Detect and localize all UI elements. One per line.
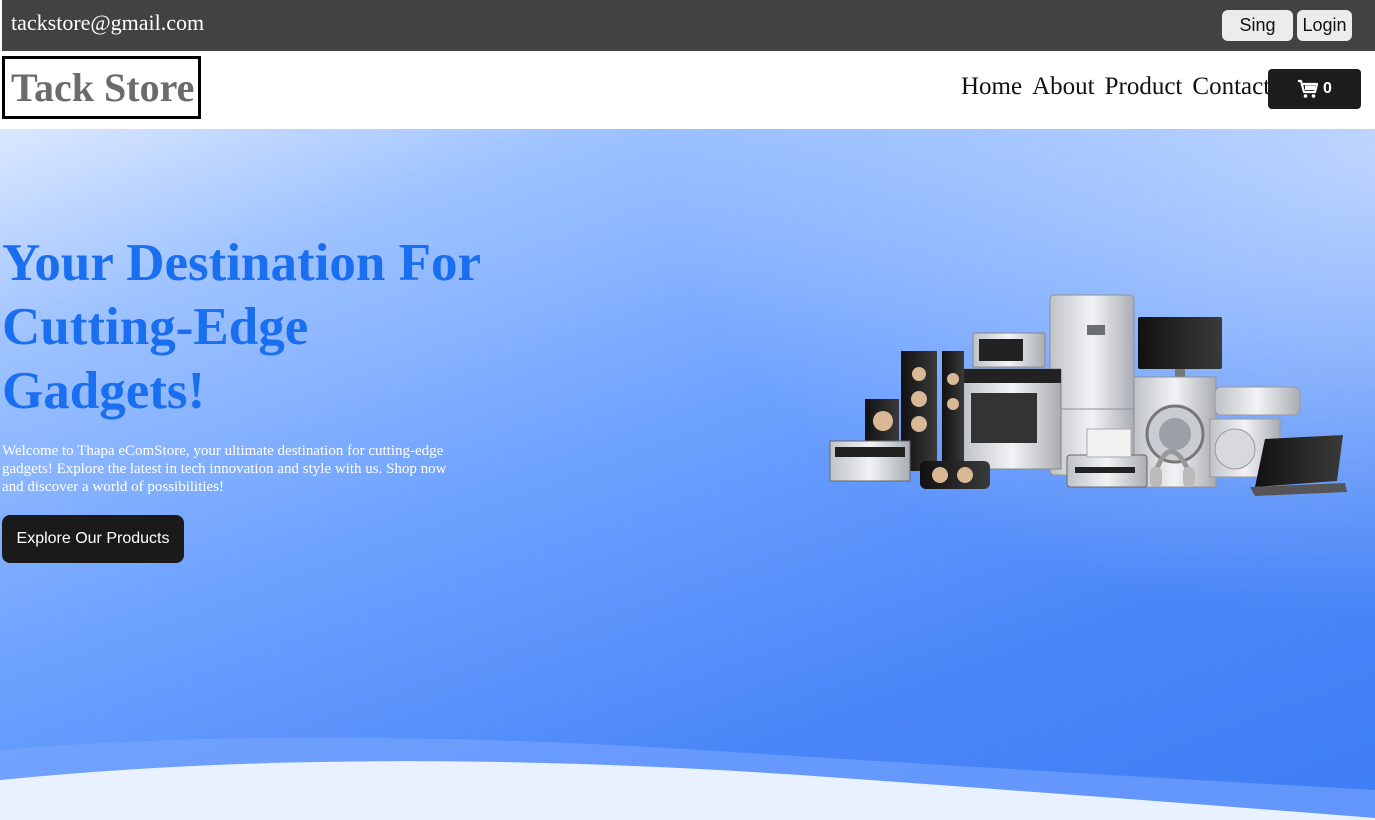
signup-button[interactable]: Sing up bbox=[1222, 10, 1293, 66]
nav-links: Home About Product Contact bbox=[961, 71, 1270, 103]
navbar: Tack Store Home About Product Contact 0 bbox=[0, 51, 1375, 129]
hero-title: Your Destination For Cutting-Edge Gadget… bbox=[2, 234, 481, 420]
cart-button[interactable]: 0 bbox=[1268, 69, 1361, 109]
hero-section: Your Destination For Cutting-Edge Gadget… bbox=[0, 129, 1375, 820]
top-bar: tackstore@gmail.com Sing up Login bbox=[2, 0, 1375, 66]
hero-wave-decoration bbox=[0, 737, 1375, 820]
hero-description: Welcome to Thapa eComStore, your ultimat… bbox=[2, 443, 447, 495]
contact-email: tackstore@gmail.com bbox=[11, 10, 205, 35]
nav-home[interactable]: Home bbox=[961, 71, 1022, 103]
nav-product[interactable]: Product bbox=[1105, 71, 1183, 103]
explore-products-button[interactable]: Explore Our Products bbox=[2, 515, 184, 563]
cart-count: 0 bbox=[1323, 80, 1332, 97]
shopping-cart-icon bbox=[1297, 79, 1319, 99]
store-logo[interactable]: Tack Store bbox=[2, 56, 201, 119]
nav-contact[interactable]: Contact bbox=[1192, 71, 1270, 103]
nav-about[interactable]: About bbox=[1032, 71, 1095, 103]
login-button[interactable]: Login bbox=[1297, 10, 1352, 41]
appliances-image bbox=[829, 294, 1347, 496]
